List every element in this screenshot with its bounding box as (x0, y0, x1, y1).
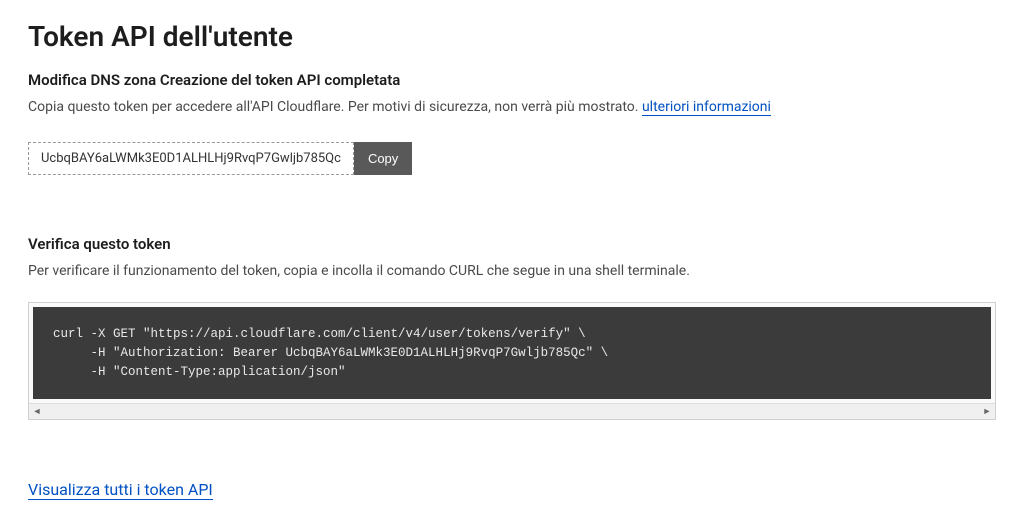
token-created-description: Copia questo token per accedere all'API … (28, 97, 996, 118)
verify-heading: Verifica questo token (28, 235, 996, 253)
token-row: UcbqBAY6aLWMk3E0D1ALHLHj9RvqP7Gwljb785Qc… (28, 142, 996, 175)
token-created-heading: Modifica DNS zona Creazione del token AP… (28, 71, 996, 89)
curl-code-block[interactable]: curl -X GET "https://api.cloudflare.com/… (33, 307, 991, 399)
view-all-tokens-link[interactable]: Visualizza tutti i token API (28, 480, 213, 500)
token-created-section: Modifica DNS zona Creazione del token AP… (28, 71, 996, 118)
verify-description: Per verificare il funzionamento del toke… (28, 261, 996, 282)
more-info-link[interactable]: ulteriori informazioni (642, 99, 771, 116)
token-value-box[interactable]: UcbqBAY6aLWMk3E0D1ALHLHj9RvqP7Gwljb785Qc (28, 142, 354, 175)
description-text: Copia questo token per accedere all'API … (28, 99, 642, 115)
copy-button[interactable]: Copy (354, 142, 412, 175)
scroll-right-icon[interactable]: ► (981, 406, 993, 418)
page-title: Token API dell'utente (28, 20, 996, 53)
horizontal-scrollbar[interactable]: ◄ ► (29, 403, 995, 419)
verify-section: Verifica questo token Per verificare il … (28, 235, 996, 420)
code-container: curl -X GET "https://api.cloudflare.com/… (28, 302, 996, 420)
footer-link-row: Visualizza tutti i token API (28, 480, 996, 499)
scroll-left-icon[interactable]: ◄ (31, 406, 43, 418)
